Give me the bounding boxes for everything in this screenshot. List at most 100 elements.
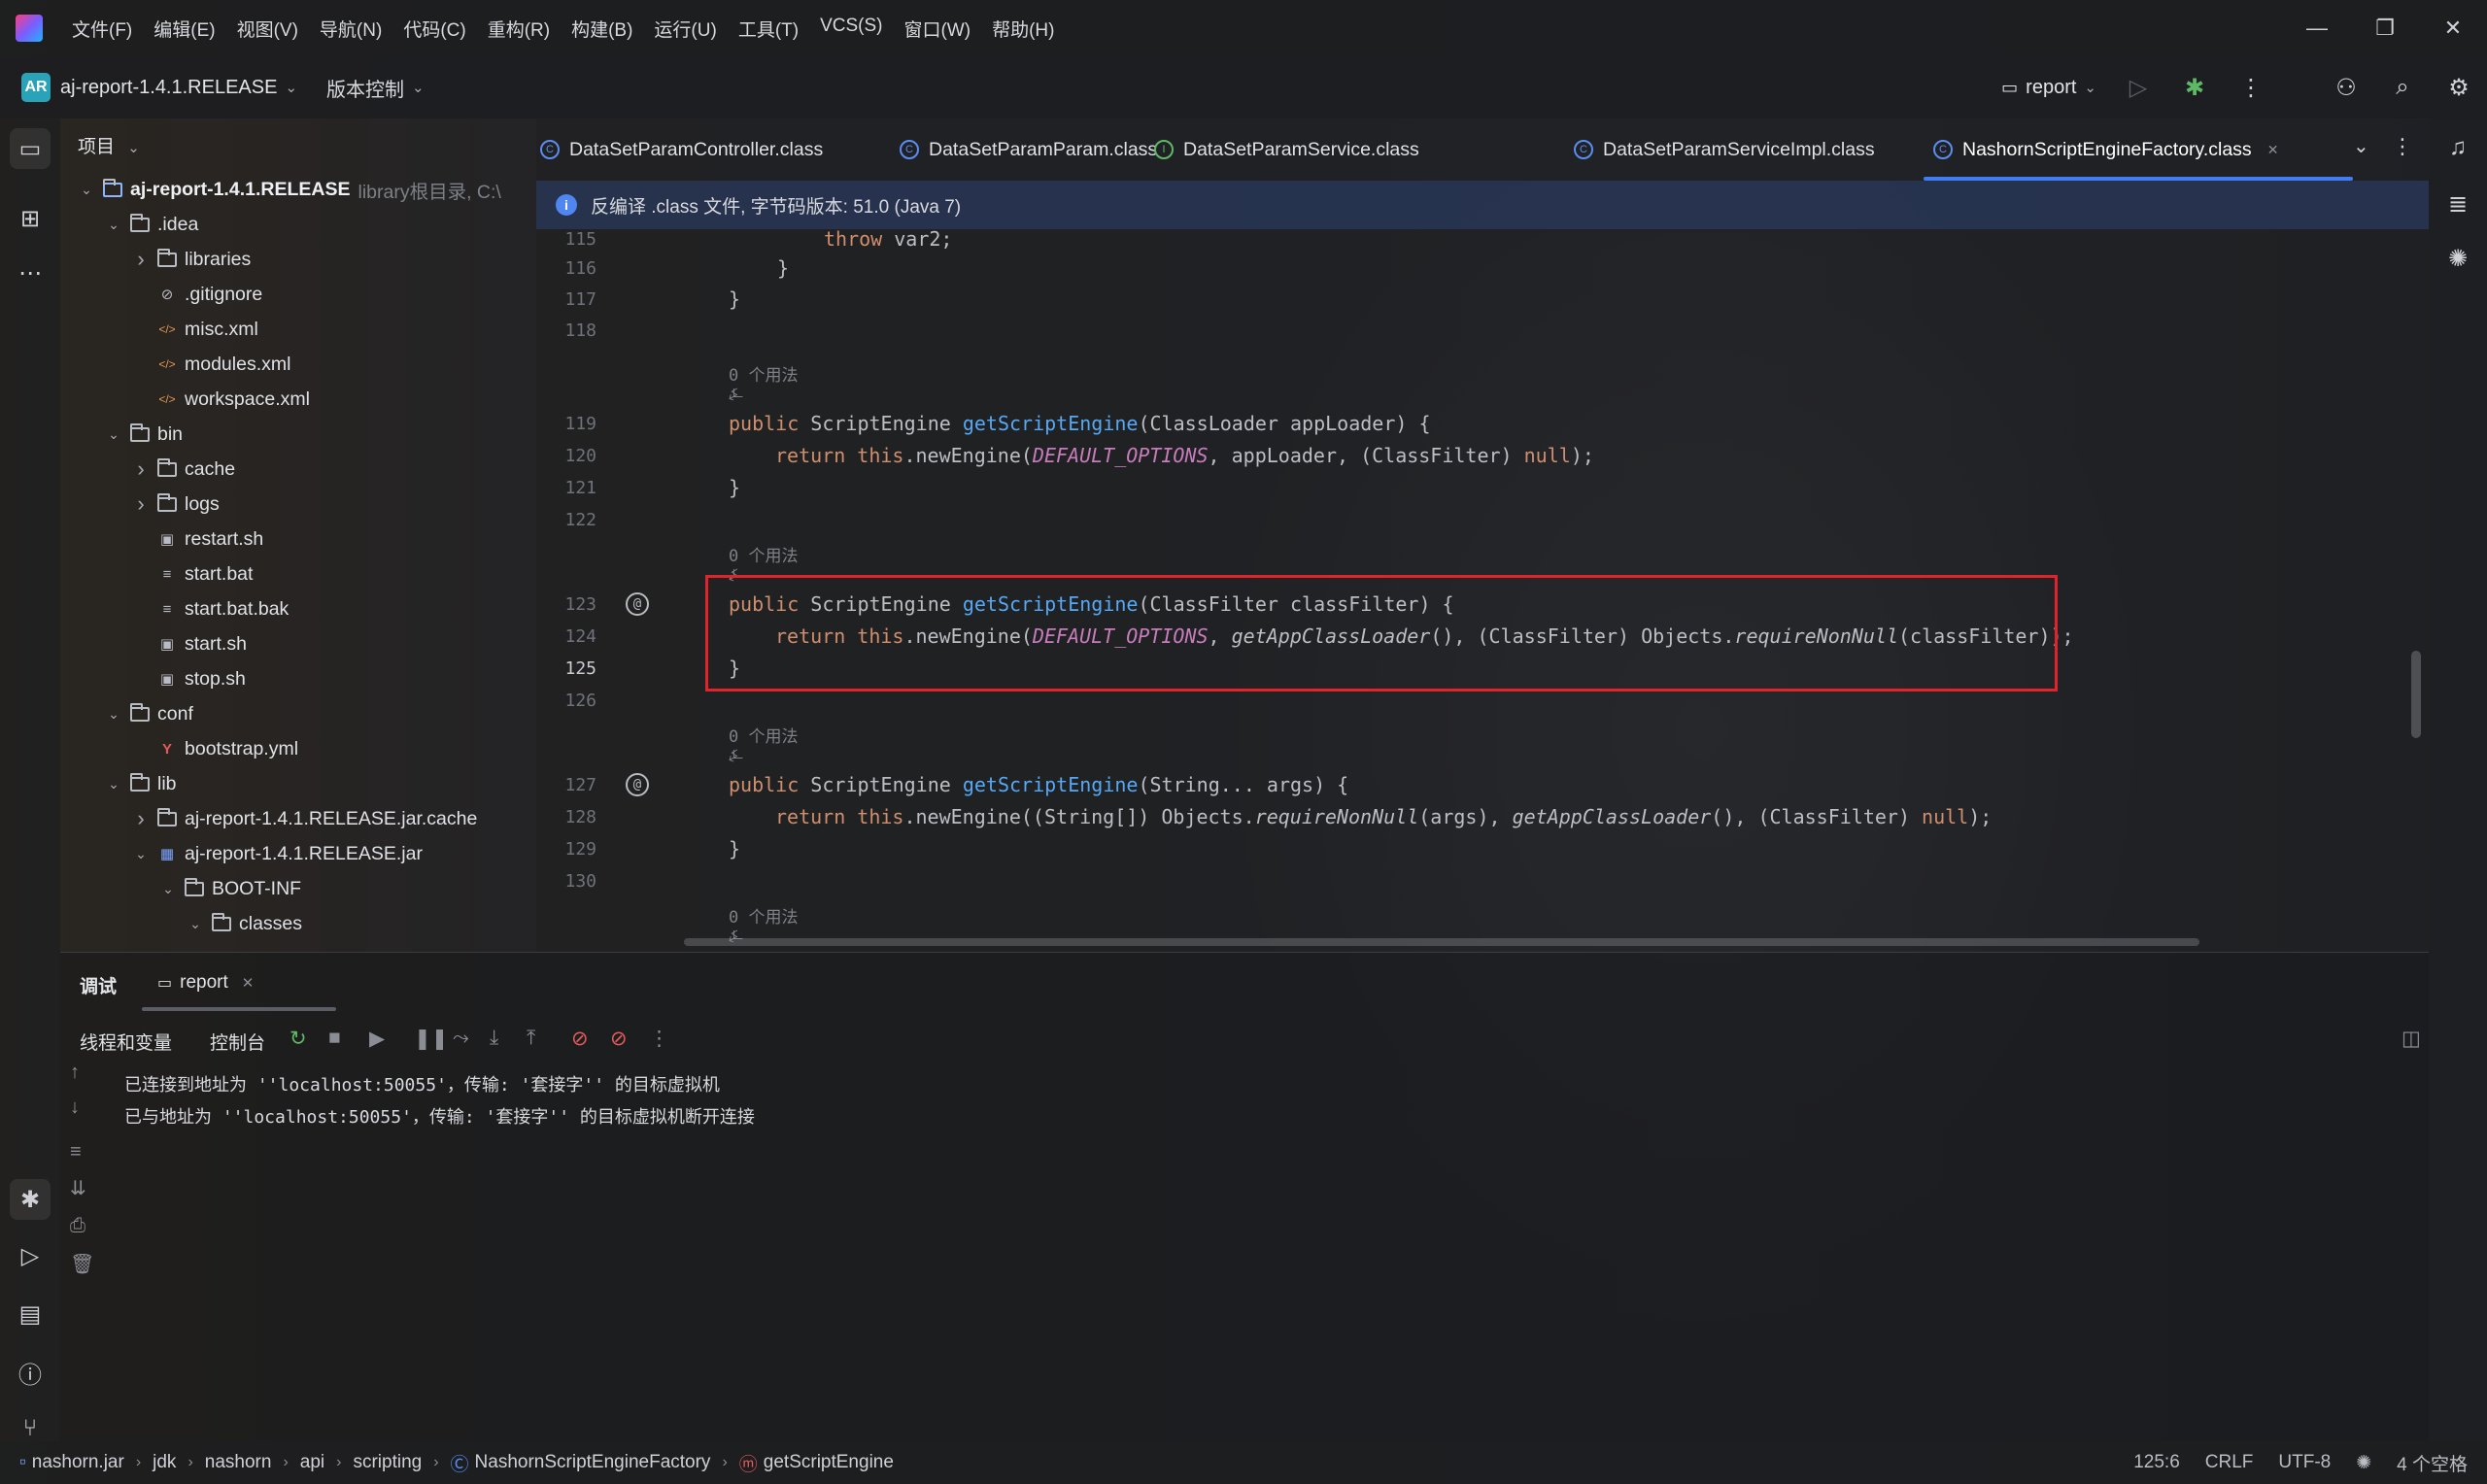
- chevron-right-icon[interactable]: ›: [132, 247, 150, 272]
- chevron-down-icon[interactable]: ⌄: [105, 426, 122, 443]
- run-config-selector[interactable]: ▭ report ⌄: [2001, 77, 2096, 99]
- ai-assistant-icon[interactable]: ✺: [2442, 243, 2473, 274]
- problems-icon[interactable]: ⓘ: [10, 1352, 51, 1393]
- intellij-logo-icon[interactable]: [16, 15, 43, 42]
- pause-icon[interactable]: ❚❚: [414, 1027, 448, 1051]
- tab-list-chevron-icon[interactable]: ⌄: [2353, 134, 2369, 158]
- tree-item[interactable]: ▣ stop.sh: [132, 661, 246, 696]
- search-icon[interactable]: ⌕: [2374, 74, 2431, 101]
- editor-tab[interactable]: C DataSetParamParam.class: [900, 118, 1157, 181]
- author-hint[interactable]: ⍼: [729, 746, 743, 765]
- tree-item[interactable]: </> workspace.xml: [132, 382, 310, 417]
- settings-gear-icon[interactable]: ⚙: [2431, 74, 2487, 102]
- menu-item[interactable]: 工具(T): [738, 16, 799, 42]
- breadcrumb-item[interactable]: api: [300, 1452, 324, 1473]
- line-separator[interactable]: CRLF: [2205, 1452, 2254, 1473]
- code-editor[interactable]: 115 116 117 118 119 120 121 122 123 124 125 126 127 1…: [536, 229, 2429, 952]
- chevron-right-icon[interactable]: ›: [132, 456, 150, 482]
- usage-hint[interactable]: 0 个用法: [729, 361, 798, 386]
- chevron-down-icon[interactable]: ⌄: [105, 217, 122, 233]
- tree-item[interactable]: ⊘ .gitignore: [132, 277, 263, 312]
- menu-item[interactable]: 视图(V): [237, 16, 298, 42]
- tree-item[interactable]: ▣ restart.sh: [132, 522, 263, 556]
- tree-item[interactable]: ⌄ .idea: [105, 207, 198, 242]
- vcs-menu[interactable]: 版本控制: [326, 74, 404, 102]
- editor-tab[interactable]: C DataSetParamController.class: [540, 118, 823, 181]
- threads-variables-tab[interactable]: 线程和变量: [80, 1029, 172, 1055]
- caret-position[interactable]: 125:6: [2133, 1452, 2180, 1473]
- file-encoding[interactable]: UTF-8: [2278, 1452, 2331, 1473]
- indent-setting[interactable]: 4 个空格: [2397, 1450, 2468, 1476]
- chevron-right-icon[interactable]: ›: [132, 806, 150, 831]
- author-hint[interactable]: ⍼: [729, 385, 743, 404]
- more-vertical-icon[interactable]: ⋮: [2223, 74, 2279, 102]
- chevron-down-icon[interactable]: ⌄: [285, 79, 297, 96]
- structure-icon[interactable]: ⊞: [10, 198, 51, 239]
- tree-item[interactable]: ▣ start.sh: [132, 626, 247, 661]
- implements-marker-icon[interactable]: @: [626, 773, 649, 796]
- tree-item[interactable]: › libraries: [132, 242, 251, 277]
- close-tab-icon[interactable]: ✕: [242, 974, 255, 992]
- usage-hint[interactable]: 0 个用法: [729, 903, 798, 928]
- breadcrumb-item[interactable]: jdk: [153, 1452, 176, 1473]
- chevron-down-icon[interactable]: ⌄: [132, 846, 150, 862]
- arrow-up-icon[interactable]: ↑: [70, 1062, 80, 1084]
- vertical-scrollbar[interactable]: [2411, 651, 2421, 738]
- rerun-icon[interactable]: ↻: [290, 1027, 307, 1051]
- tree-item[interactable]: › cache: [132, 452, 235, 487]
- tree-item[interactable]: </> misc.xml: [132, 312, 258, 347]
- ai-status-icon[interactable]: ✺: [2356, 1452, 2371, 1474]
- resume-icon[interactable]: ▶: [369, 1027, 385, 1051]
- tree-item[interactable]: ⌄ conf: [105, 696, 193, 731]
- tree-item[interactable]: ⌄ classes: [187, 906, 302, 941]
- tree-item[interactable]: </> modules.xml: [132, 347, 290, 382]
- tree-item[interactable]: ≡ start.bat: [132, 556, 254, 591]
- view-breakpoints-icon[interactable]: ⊘: [571, 1027, 589, 1051]
- project-badge[interactable]: AR: [21, 73, 51, 102]
- debug-session-tab[interactable]: ▭ report ✕: [157, 972, 254, 994]
- stop-icon[interactable]: ■: [328, 1027, 341, 1050]
- editor-tab[interactable]: C NashornScriptEngineFactory.class ✕: [1933, 118, 2278, 181]
- breadcrumb-item[interactable]: nashorn: [205, 1452, 272, 1473]
- scroll-to-end-icon[interactable]: ⇊: [70, 1176, 86, 1200]
- clear-trash-icon[interactable]: 🗑: [70, 1252, 94, 1276]
- run-icon[interactable]: ▷: [2110, 74, 2166, 102]
- add-user-icon[interactable]: ⚇: [2318, 74, 2374, 102]
- project-view-selector[interactable]: 项目 ⌄: [78, 132, 140, 158]
- project-selector[interactable]: aj-report-1.4.1.RELEASE: [60, 77, 277, 99]
- menu-item[interactable]: 构建(B): [571, 16, 632, 42]
- close-icon[interactable]: ✕: [2419, 0, 2487, 56]
- tree-item[interactable]: ⌄ aj-report-1.4.1.RELEASE library根目录, C:\: [78, 172, 501, 207]
- horizontal-scrollbar[interactable]: [684, 938, 2199, 946]
- layout-icon[interactable]: ◫: [2402, 1027, 2421, 1051]
- arrow-down-icon[interactable]: ↓: [70, 1096, 80, 1119]
- print-icon[interactable]: ⎙: [70, 1215, 85, 1237]
- breadcrumb-item[interactable]: scripting: [353, 1452, 422, 1473]
- menu-item[interactable]: VCS(S): [820, 16, 882, 42]
- step-over-icon[interactable]: ⤳: [453, 1027, 469, 1050]
- editor-tab[interactable]: C DataSetParamServiceImpl.class: [1574, 118, 1875, 181]
- chevron-down-icon[interactable]: ⌄: [105, 776, 122, 793]
- tree-item[interactable]: ⌄ BOOT-INF: [159, 871, 301, 906]
- console-tab[interactable]: 控制台: [210, 1029, 265, 1055]
- menu-item[interactable]: 运行(U): [654, 16, 716, 42]
- usage-hint[interactable]: 0 个用法: [729, 542, 798, 566]
- breadcrumb-item[interactable]: getScriptEngine: [764, 1452, 894, 1473]
- run-tool-icon[interactable]: ▷: [10, 1235, 51, 1276]
- tree-item[interactable]: ⌄ bin: [105, 417, 183, 452]
- menu-item[interactable]: 窗口(W): [903, 16, 971, 42]
- menu-item[interactable]: 文件(F): [72, 16, 132, 42]
- more-horizontal-icon[interactable]: ⋯: [10, 253, 51, 293]
- tree-item[interactable]: ⌄ lib: [105, 766, 177, 801]
- chevron-down-icon[interactable]: ⌄: [412, 79, 425, 96]
- mute-breakpoints-icon[interactable]: ⊘: [610, 1027, 628, 1051]
- notifications-bell-icon[interactable]: ♫: [2442, 132, 2473, 163]
- close-tab-icon[interactable]: ✕: [2267, 142, 2279, 158]
- menu-item[interactable]: 重构(R): [488, 16, 550, 42]
- step-into-icon[interactable]: ⤓: [490, 1027, 498, 1050]
- restore-icon[interactable]: ❐: [2351, 0, 2419, 56]
- menu-item[interactable]: 导航(N): [320, 16, 382, 42]
- terminal-icon[interactable]: ▤: [10, 1294, 51, 1334]
- chevron-down-icon[interactable]: ⌄: [187, 916, 204, 932]
- implements-marker-icon[interactable]: @: [626, 592, 649, 616]
